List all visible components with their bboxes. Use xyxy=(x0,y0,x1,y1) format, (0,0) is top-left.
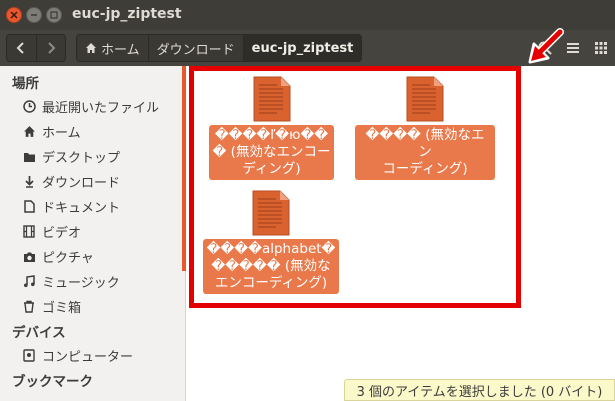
sidebar-item-downloads[interactable]: ダウンロード xyxy=(0,169,185,194)
music-icon xyxy=(22,275,36,289)
breadcrumb-label: ダウンロード xyxy=(156,42,235,58)
close-window-button[interactable] xyxy=(6,7,22,23)
navigation-buttons xyxy=(6,34,66,62)
clock-icon xyxy=(22,100,36,114)
camera-icon xyxy=(22,250,36,264)
status-bar: 3 個のアイテムを選択しました (0 バイト) xyxy=(344,379,615,401)
toolbar: ホーム ダウンロード euc-jp_ziptest xyxy=(0,30,615,66)
sidebar-item-pictures[interactable]: ピクチャ xyxy=(0,244,185,269)
sidebar-item-label: 最近開いたファイル xyxy=(42,101,160,116)
chevron-right-icon xyxy=(48,42,56,54)
minimize-window-button[interactable] xyxy=(26,7,42,23)
sidebar-item-label: ミュージック xyxy=(42,276,120,291)
sidebar-item-label: ホーム xyxy=(42,126,81,141)
maximize-window-button[interactable] xyxy=(46,7,62,23)
annotation-arrow-icon xyxy=(528,28,564,64)
sidebar-header-devices: デバイス xyxy=(12,325,66,341)
view-options-button[interactable] xyxy=(587,34,615,62)
back-button[interactable] xyxy=(7,35,36,61)
minimize-icon xyxy=(31,14,37,16)
breadcrumb-downloads[interactable]: ダウンロード xyxy=(149,35,244,61)
sidebar-item-desktop[interactable]: デスクトップ xyxy=(0,144,185,169)
chevron-left-icon xyxy=(17,42,25,54)
grid-view-icon xyxy=(595,42,607,54)
breadcrumb-label: euc-jp_ziptest xyxy=(251,40,354,56)
close-icon xyxy=(10,11,18,19)
document-icon xyxy=(22,200,36,214)
sidebar-header-places: 場所 xyxy=(12,76,39,92)
breadcrumb-current-folder[interactable]: euc-jp_ziptest xyxy=(243,35,362,61)
breadcrumb-label: ホーム xyxy=(101,42,140,58)
download-icon xyxy=(22,175,36,189)
list-view-icon xyxy=(567,43,579,53)
sidebar-item-label: ダウンロード xyxy=(42,176,121,191)
sidebar-item-computer[interactable]: コンピューター xyxy=(0,343,185,368)
window-title: euc-jp_ziptest xyxy=(72,6,182,22)
sidebar-item-label: ビデオ xyxy=(42,226,82,241)
sidebar-item-label: ドキュメント xyxy=(42,201,121,216)
sidebar: 場所 最近開いたファイル ホーム デスクトップ ダウンロード ドキュメント ビデ… xyxy=(0,66,186,401)
sidebar-item-recent[interactable]: 最近開いたファイル xyxy=(0,94,185,119)
sidebar-item-label: コンピューター xyxy=(42,350,134,365)
sidebar-header-bookmarks: ブックマーク xyxy=(12,374,93,390)
sidebar-item-trash[interactable]: ゴミ箱 xyxy=(0,294,185,319)
forward-button[interactable] xyxy=(35,35,65,61)
sidebar-item-videos[interactable]: ビデオ xyxy=(0,219,185,244)
breadcrumb: ホーム ダウンロード euc-jp_ziptest xyxy=(76,34,363,62)
sidebar-item-home[interactable]: ホーム xyxy=(0,119,185,144)
maximize-icon xyxy=(50,11,58,19)
sidebar-item-music[interactable]: ミュージック xyxy=(0,269,185,294)
drive-icon xyxy=(22,349,36,363)
sidebar-item-label: デスクトップ xyxy=(42,151,121,166)
sidebar-item-label: ゴミ箱 xyxy=(42,301,82,316)
film-icon xyxy=(22,225,36,239)
breadcrumb-home[interactable]: ホーム xyxy=(77,35,149,61)
sidebar-item-documents[interactable]: ドキュメント xyxy=(0,194,185,219)
folder-icon xyxy=(22,150,36,164)
trash-icon xyxy=(22,300,36,314)
home-icon xyxy=(22,125,36,139)
annotation-highlight-box xyxy=(189,66,521,308)
sidebar-scrollbar[interactable] xyxy=(182,66,186,271)
sidebar-item-label: ピクチャ xyxy=(42,251,94,266)
home-icon xyxy=(86,43,96,53)
title-bar: euc-jp_ziptest xyxy=(0,0,615,30)
